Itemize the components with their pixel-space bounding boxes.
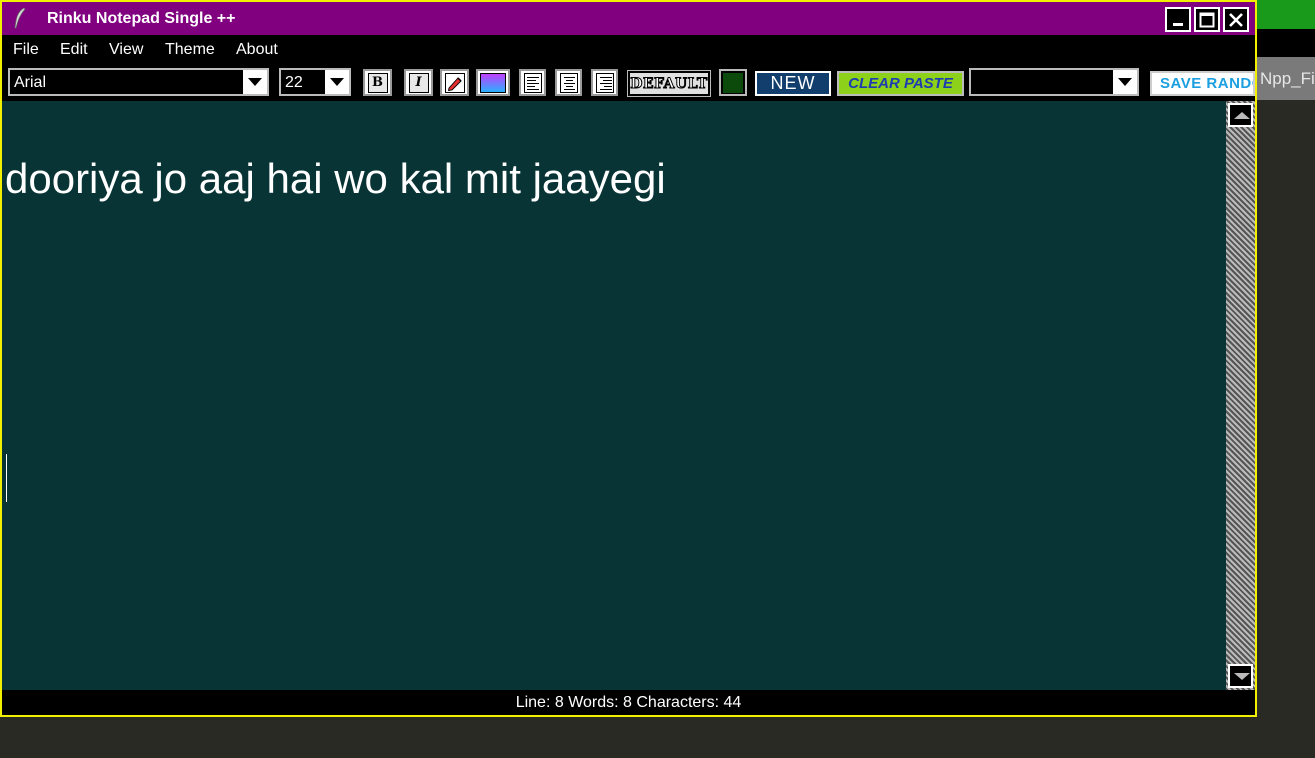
vertical-scrollbar[interactable] [1226, 101, 1255, 690]
chevron-down-icon[interactable] [323, 70, 349, 94]
desktop-window-label[interactable]: Npp_Find [1256, 57, 1315, 100]
app-window: Rinku Notepad Single ++ File Edit View T… [0, 0, 1257, 717]
close-button[interactable] [1223, 7, 1249, 32]
font-family-select[interactable]: Arial [8, 68, 269, 96]
italic-icon: I [408, 72, 429, 93]
maximize-icon [1199, 12, 1215, 27]
clear-paste-label: CLEAR PASTE [848, 75, 953, 92]
menu-edit[interactable]: Edit [60, 41, 88, 59]
clear-paste-button[interactable]: CLEAR PASTE [837, 71, 964, 96]
title-bar[interactable]: Rinku Notepad Single ++ [2, 2, 1255, 35]
menu-view[interactable]: View [109, 41, 143, 59]
menu-file[interactable]: File [13, 41, 39, 59]
align-left-button[interactable] [519, 69, 546, 96]
color-swatch-button[interactable] [719, 69, 747, 96]
bold-icon: B [367, 72, 388, 93]
status-bar: Line: 8 Words: 8 Characters: 44 [2, 690, 1255, 715]
feather-icon [14, 7, 26, 29]
font-family-value: Arial [14, 74, 47, 91]
minimize-icon [1173, 22, 1183, 26]
scroll-up-icon[interactable] [1228, 103, 1253, 127]
close-icon [1229, 12, 1243, 27]
new-button[interactable]: NEW [755, 71, 831, 96]
chevron-down-icon[interactable] [241, 70, 267, 94]
default-label: DEFAULT [630, 75, 708, 92]
desktop-black-strip [1256, 29, 1315, 57]
extra-select[interactable] [969, 68, 1139, 96]
bold-button[interactable]: B [363, 69, 392, 96]
align-right-icon [595, 72, 614, 93]
scroll-down-icon[interactable] [1228, 664, 1253, 688]
align-left-icon [523, 72, 542, 93]
font-size-value: 22 [285, 74, 303, 91]
background-color-button[interactable] [476, 69, 510, 96]
minimize-button[interactable] [1165, 7, 1191, 32]
menu-about[interactable]: About [236, 41, 278, 59]
text-caret [6, 454, 7, 502]
align-right-button[interactable] [591, 69, 618, 96]
editor-content[interactable]: dooriya jo aaj hai wo kal mit jaayegi [5, 155, 666, 203]
save-random-button[interactable]: SAVE RANDOM [1150, 71, 1255, 96]
menu-theme[interactable]: Theme [165, 41, 215, 59]
gradient-swatch-icon [480, 72, 506, 93]
chevron-down-icon[interactable] [1111, 70, 1137, 94]
toolbar: Arial 22 B I DEFAULT NEW CLEAR PASTE SAV… [2, 65, 1255, 101]
maximize-button[interactable] [1194, 7, 1220, 32]
pencil-icon [444, 72, 465, 93]
italic-button[interactable]: I [404, 69, 433, 96]
window-title: Rinku Notepad Single ++ [47, 10, 236, 27]
color-swatch-icon [723, 72, 743, 93]
align-center-icon [559, 72, 578, 93]
text-color-button[interactable] [440, 69, 469, 96]
new-label: NEW [770, 73, 816, 93]
default-button[interactable]: DEFAULT [627, 70, 711, 97]
align-center-button[interactable] [555, 69, 582, 96]
font-size-select[interactable]: 22 [279, 68, 351, 96]
menu-bar: File Edit View Theme About [2, 35, 1255, 65]
desktop-green-strip [1256, 0, 1315, 29]
text-editor[interactable]: dooriya jo aaj hai wo kal mit jaayegi [2, 101, 1226, 690]
save-random-label: SAVE RANDOM [1160, 75, 1253, 92]
